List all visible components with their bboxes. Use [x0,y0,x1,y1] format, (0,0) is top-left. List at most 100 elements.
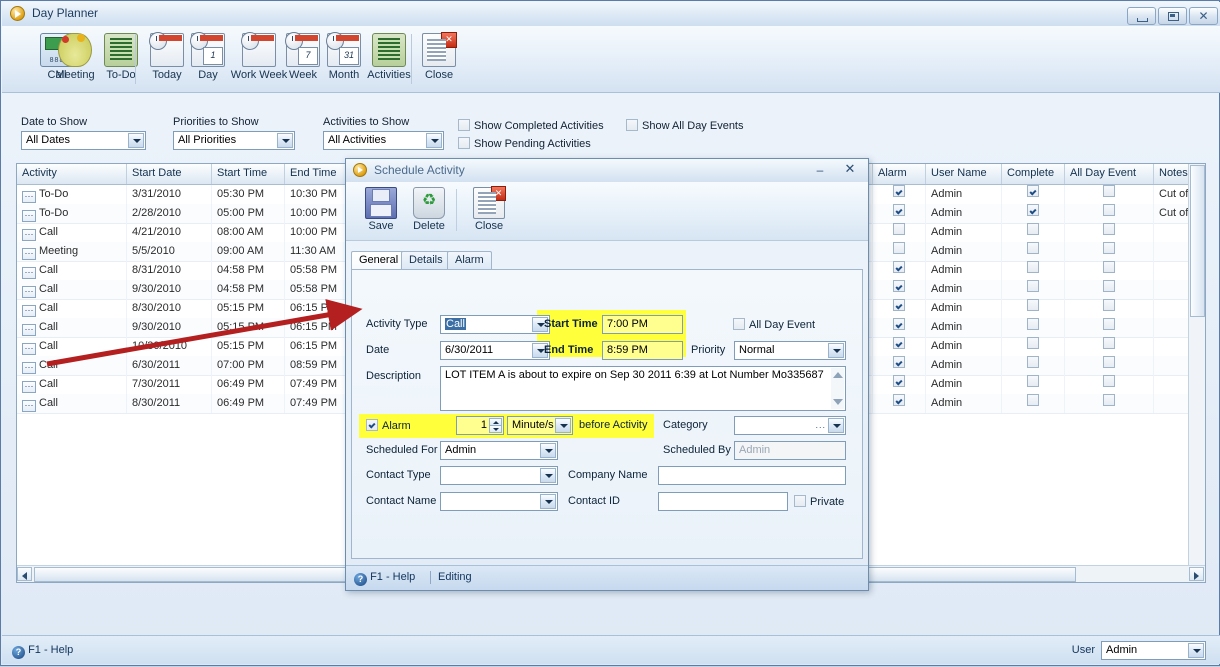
toolbar-button-close[interactable]: ✕ Close [410,30,468,88]
window-maximize-button[interactable] [1158,7,1187,25]
checkbox-box[interactable] [1027,337,1039,349]
row-detail-icon[interactable]: ··· [22,210,36,222]
grid-vertical-scroll-thumb[interactable] [1190,165,1205,317]
checkbox-box[interactable] [1103,394,1115,406]
user-combo[interactable]: Admin [1101,641,1206,660]
row-detail-icon[interactable]: ··· [22,191,36,203]
checkbox-box[interactable] [1103,204,1115,216]
checkbox-box[interactable] [1103,280,1115,292]
show-pending-checkbox[interactable]: Show Pending Activities [458,137,591,150]
row-detail-icon[interactable]: ··· [22,324,36,336]
chevron-down-icon[interactable] [540,494,556,509]
column-header-start-date[interactable]: Start Date [127,164,212,184]
row-detail-icon[interactable]: ··· [22,400,36,412]
checkbox-box[interactable] [893,204,905,216]
checkbox-box[interactable] [893,356,905,368]
checkbox-box[interactable] [1103,185,1115,197]
checkbox-box[interactable] [1027,223,1039,235]
row-detail-icon[interactable]: ··· [22,305,36,317]
priority-combo[interactable]: Normal [734,341,846,360]
row-detail-icon[interactable]: ··· [22,343,36,355]
dialog-delete-button[interactable]: Delete [404,185,454,237]
priorities-to-show-combo[interactable]: All Priorities [173,131,295,150]
checkbox-box[interactable] [893,299,905,311]
checkbox-box[interactable] [1027,280,1039,292]
show-all-day-checkbox[interactable]: Show All Day Events [626,119,744,132]
chevron-down-icon[interactable] [277,133,293,148]
chevron-down-icon[interactable] [828,418,844,433]
alarm-checkbox[interactable]: Alarm [366,419,411,432]
checkbox-box[interactable] [893,375,905,387]
chevron-down-icon[interactable] [540,468,556,483]
column-header-activity[interactable]: Activity [17,164,127,184]
checkbox-box[interactable] [893,337,905,349]
checkbox-box[interactable] [1027,356,1039,368]
date-to-show-combo[interactable]: All Dates [21,131,146,150]
category-combo[interactable]: ... [734,416,846,435]
row-detail-icon[interactable]: ··· [22,362,36,374]
checkbox-box[interactable] [1103,223,1115,235]
alarm-unit-combo[interactable]: Minute/s [507,416,573,435]
all-day-event-checkbox[interactable]: All Day Event [733,318,815,331]
dialog-save-button[interactable]: Save [356,185,406,237]
column-header-user-name[interactable]: User Name [926,164,1002,184]
checkbox-box[interactable] [1027,204,1039,216]
checkbox-box[interactable] [1103,337,1115,349]
alarm-amount-spinner[interactable]: 1 [456,416,504,435]
checkbox-box[interactable] [1027,185,1039,197]
contact-type-combo[interactable] [440,466,558,485]
chevron-down-icon[interactable] [540,443,556,458]
contact-name-combo[interactable] [440,492,558,511]
activity-type-combo[interactable]: Call [440,315,550,334]
column-header-alarm[interactable]: Alarm [873,164,926,184]
chevron-down-icon[interactable] [426,133,442,148]
scroll-left-button[interactable] [17,567,32,581]
scheduled-for-combo[interactable]: Admin [440,441,558,460]
row-detail-icon[interactable]: ··· [22,248,36,260]
checkbox-box[interactable] [1027,299,1039,311]
checkbox-box[interactable] [893,261,905,273]
date-combo[interactable]: 6/30/2011 [440,341,550,360]
tab-alarm[interactable]: Alarm [447,251,492,269]
main-help-area[interactable]: ? F1 - Help [12,644,73,659]
chevron-down-icon[interactable] [828,343,844,358]
ellipsis-icon[interactable]: ... [815,420,826,430]
checkbox-box[interactable] [1103,318,1115,330]
checkbox-box[interactable] [1103,356,1115,368]
checkbox-box[interactable] [1027,394,1039,406]
show-completed-checkbox[interactable]: Show Completed Activities [458,119,604,132]
column-header-all-day-event[interactable]: All Day Event [1065,164,1154,184]
company-name-input[interactable] [658,466,846,485]
chevron-down-icon[interactable] [1188,643,1204,658]
contact-id-input[interactable] [658,492,788,511]
checkbox-box[interactable] [1027,261,1039,273]
tab-general[interactable]: General [351,251,407,269]
spinner-down-button[interactable] [489,425,502,433]
row-detail-icon[interactable]: ··· [22,267,36,279]
checkbox-box[interactable] [1103,242,1115,254]
dialog-help-area[interactable]: ? F1 - Help [354,571,415,586]
dialog-minimize-button[interactable]: – [812,162,828,178]
checkbox-box[interactable] [1103,261,1115,273]
checkbox-box[interactable] [893,280,905,292]
start-time-input[interactable]: 7:00 PM [602,315,683,334]
scroll-right-button[interactable] [1189,567,1204,581]
chevron-down-icon[interactable] [555,418,571,433]
column-header-complete[interactable]: Complete [1002,164,1065,184]
private-checkbox[interactable]: Private [794,495,844,508]
checkbox-box[interactable] [893,242,905,254]
checkbox-box[interactable] [1027,375,1039,387]
checkbox-box[interactable] [1027,242,1039,254]
checkbox-box[interactable] [893,318,905,330]
window-minimize-button[interactable] [1127,7,1156,25]
checkbox-box[interactable] [893,394,905,406]
tab-details[interactable]: Details [401,251,451,269]
dialog-close-toolbar-button[interactable]: ✕ Close [464,185,514,237]
activities-to-show-combo[interactable]: All Activities [323,131,444,150]
checkbox-box[interactable] [893,223,905,235]
row-detail-icon[interactable]: ··· [22,381,36,393]
grid-vertical-scrollbar[interactable] [1188,164,1205,566]
chevron-down-icon[interactable] [128,133,144,148]
description-scrollbar[interactable] [831,368,844,409]
column-header-start-time[interactable]: Start Time [212,164,285,184]
